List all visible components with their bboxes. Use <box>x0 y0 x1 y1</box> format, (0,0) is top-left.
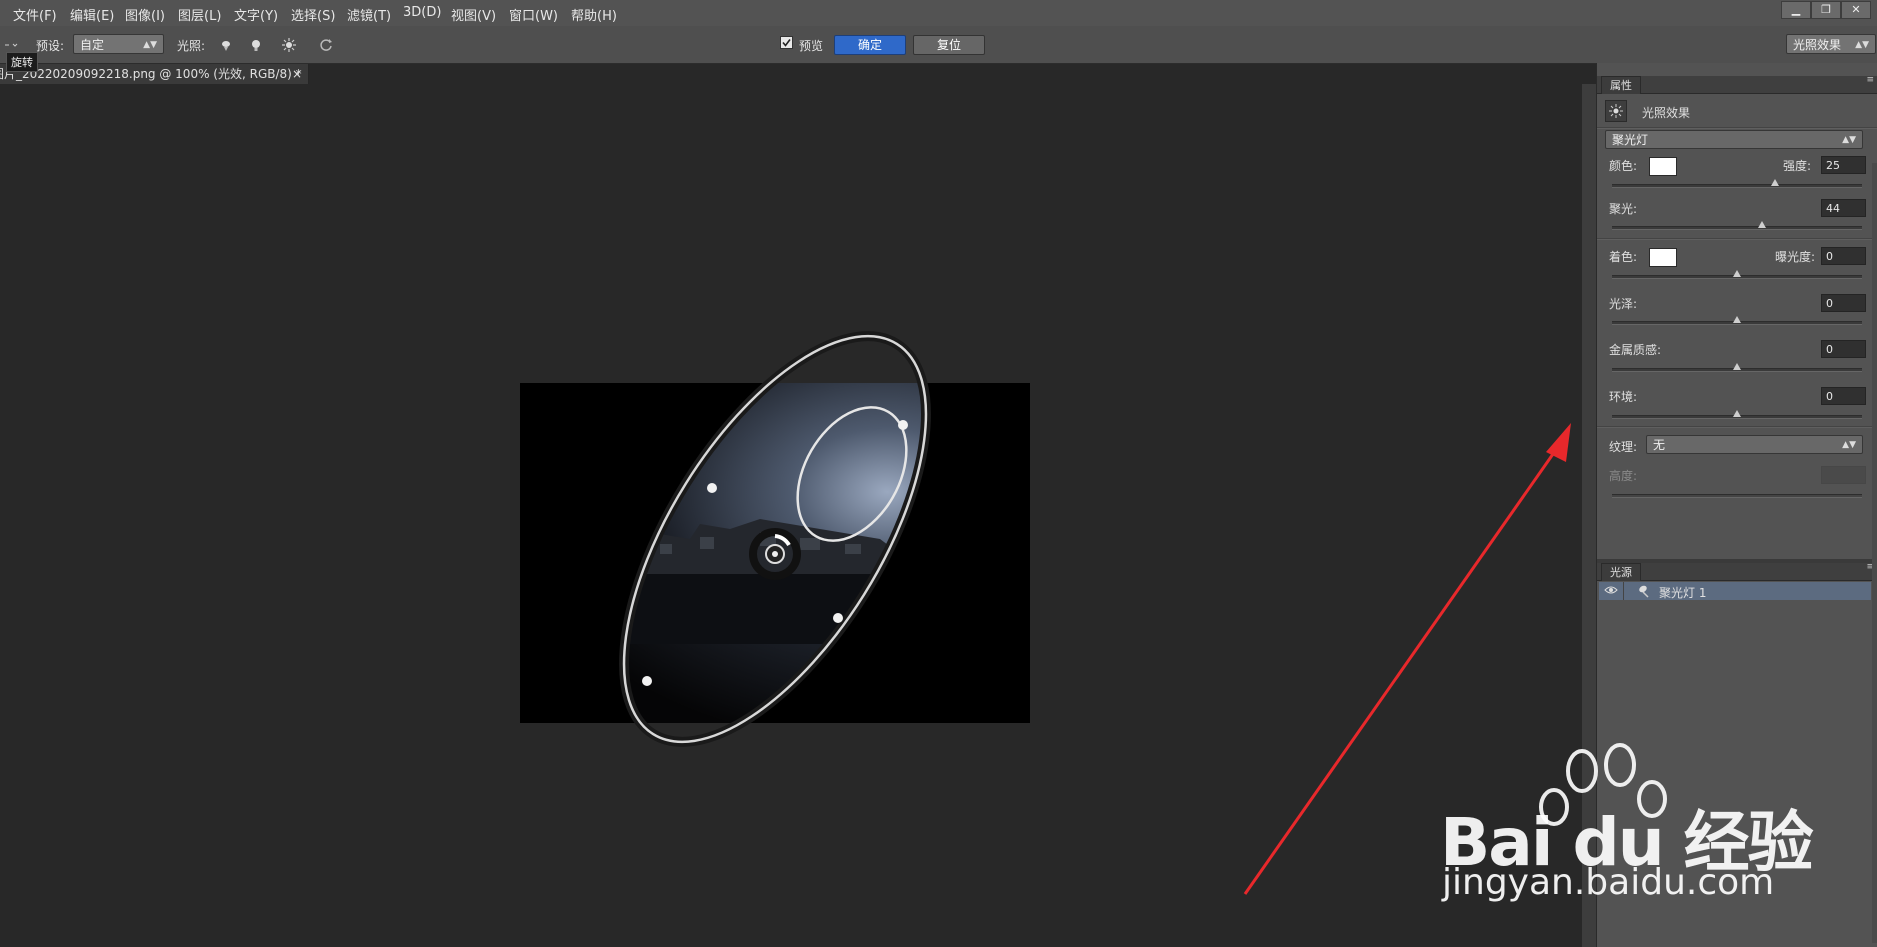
visibility-eye-icon[interactable] <box>1604 584 1618 599</box>
panel-scrollbar[interactable] <box>1872 163 1877 943</box>
workspace-value: 光照效果 <box>1793 38 1842 52</box>
ambience-slider-thumb[interactable] <box>1733 410 1741 417</box>
intensity-label: 强度: <box>1783 159 1812 173</box>
tooltip: 旋转 <box>6 52 38 72</box>
updown-arrow-icon: ▲▼ <box>1842 440 1856 450</box>
spotlight-icon[interactable] <box>217 36 235 54</box>
texture-value: 无 <box>1653 438 1666 452</box>
gloss-slider-thumb[interactable] <box>1733 316 1741 323</box>
panel-menu-icon[interactable]: ≡ <box>1866 75 1874 85</box>
document-title: 图片_20220209092218.png @ 100% (光效, RGB/8)… <box>0 67 302 81</box>
exposure-label: 曝光度: <box>1775 250 1816 264</box>
updown-arrow-icon: ▲▼ <box>143 40 157 50</box>
canvas-area[interactable] <box>0 84 1582 947</box>
spotlight-list-icon <box>1637 584 1651 601</box>
close-button[interactable]: ✕ <box>1841 1 1871 19</box>
light-effect-icon <box>1605 100 1627 122</box>
menu-layer[interactable]: 图层(L) <box>178 5 221 24</box>
light-item-label: 聚光灯 1 <box>1659 586 1707 600</box>
gloss-label: 光泽: <box>1609 297 1638 311</box>
preset-select[interactable]: 自定 ▲▼ <box>73 34 164 54</box>
watermark-url: jingyan.baidu.com <box>1442 862 1775 903</box>
point-light-icon[interactable] <box>247 36 265 54</box>
color-label: 颜色: <box>1609 159 1638 173</box>
colorize-swatch[interactable] <box>1649 248 1677 267</box>
ellipse-handle-bottom <box>642 676 652 686</box>
menu-3d[interactable]: 3D(D) <box>403 5 441 20</box>
hotspot-slider[interactable] <box>1612 221 1862 230</box>
gloss-slider[interactable] <box>1612 316 1862 325</box>
exposure-input[interactable]: 0 <box>1821 247 1866 265</box>
preview-checkbox[interactable] <box>779 35 793 49</box>
metallic-label: 金属质感: <box>1609 343 1662 357</box>
metallic-slider-thumb[interactable] <box>1733 363 1741 370</box>
intensity-slider[interactable] <box>1612 179 1862 188</box>
menu-select[interactable]: 选择(S) <box>291 5 335 24</box>
light-list-item[interactable]: 聚光灯 1 <box>1599 582 1871 600</box>
metallic-input[interactable]: 0 <box>1821 340 1866 358</box>
options-bar: 预设: 自定 ▲▼ 光照: 预览 确定 复位 光照效果 ▲▼ <box>0 26 1877 64</box>
tab-properties[interactable]: 属性 <box>1601 76 1641 94</box>
preview-label: 预览 <box>799 39 824 53</box>
infinite-light-icon[interactable] <box>280 36 298 54</box>
menu-file[interactable]: 文件(F) <box>13 5 57 24</box>
metallic-slider[interactable] <box>1612 363 1862 372</box>
hotspot-label: 聚光: <box>1609 202 1638 216</box>
ambience-slider[interactable] <box>1612 410 1862 419</box>
gloss-input[interactable]: 0 <box>1821 294 1866 312</box>
restore-button[interactable]: ❐ <box>1811 1 1841 19</box>
light-label: 光照: <box>177 39 206 53</box>
preset-value: 自定 <box>80 38 105 52</box>
effect-title: 光照效果 <box>1642 106 1691 120</box>
menu-view[interactable]: 视图(V) <box>451 5 496 24</box>
workspace-select[interactable]: 光照效果 ▲▼ <box>1786 34 1876 54</box>
canvas-drawing <box>520 331 1571 895</box>
menu-type[interactable]: 文字(Y) <box>234 5 278 24</box>
ellipse-handle-top <box>898 420 908 430</box>
menu-filter[interactable]: 滤镜(T) <box>347 5 391 24</box>
minimize-button[interactable]: ▁ <box>1781 1 1811 19</box>
exposure-slider[interactable] <box>1612 270 1862 279</box>
menu-help[interactable]: 帮助(H) <box>571 5 617 24</box>
tab-close-icon[interactable]: × <box>292 64 302 84</box>
menu-image[interactable]: 图像(I) <box>125 5 165 24</box>
preset-label: 预设: <box>36 39 65 53</box>
light-color-swatch[interactable] <box>1649 157 1677 176</box>
texture-label: 纹理: <box>1609 440 1638 454</box>
exposure-slider-thumb[interactable] <box>1733 270 1741 277</box>
ok-button[interactable]: 确定 <box>834 35 906 55</box>
reset-button[interactable]: 复位 <box>913 35 985 55</box>
menu-edit[interactable]: 编辑(E) <box>70 5 114 24</box>
light-type-value: 聚光灯 <box>1612 133 1649 147</box>
hotspot-slider-thumb[interactable] <box>1758 221 1766 228</box>
updown-arrow-icon: ▲▼ <box>1842 135 1856 145</box>
light-type-select[interactable]: 聚光灯 ▲▼ <box>1605 130 1863 149</box>
ellipse-handle-right <box>833 613 843 623</box>
reset-light-icon[interactable] <box>318 36 336 54</box>
ellipse-handle-left <box>707 483 717 493</box>
height-slider <box>1612 494 1862 498</box>
intensity-slider-thumb[interactable] <box>1770 179 1779 186</box>
menu-window[interactable]: 窗口(W) <box>509 5 558 24</box>
texture-select[interactable]: 无 ▲▼ <box>1646 435 1863 454</box>
menu-bar: 文件(F) 编辑(E) 图像(I) 图层(L) 文字(Y) 选择(S) 滤镜(T… <box>0 0 1877 26</box>
tab-lights[interactable]: 光源 <box>1601 563 1641 581</box>
ambience-input[interactable]: 0 <box>1821 387 1866 405</box>
ambience-label: 环境: <box>1609 390 1638 404</box>
height-input <box>1821 466 1866 484</box>
height-label: 高度: <box>1609 469 1638 483</box>
intensity-input[interactable]: 25 <box>1821 156 1866 174</box>
hotspot-input[interactable]: 44 <box>1821 199 1866 217</box>
colorize-label: 着色: <box>1609 250 1638 264</box>
baidu-watermark: Bai du 经验 jingyan.baidu.com <box>1440 735 1814 915</box>
document-tab[interactable]: 图片_20220209092218.png @ 100% (光效, RGB/8)… <box>0 64 309 84</box>
updown-arrow-icon: ▲▼ <box>1855 40 1869 50</box>
